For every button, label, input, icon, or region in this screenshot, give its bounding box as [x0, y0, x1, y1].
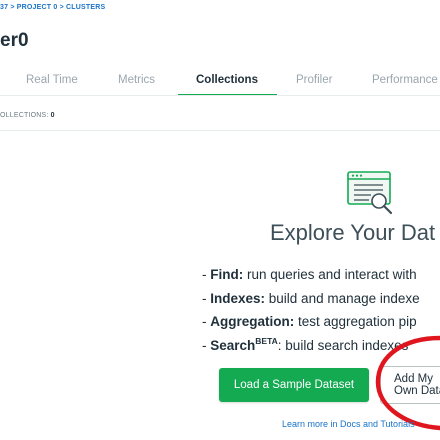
feature-description: build and manage indexe [265, 290, 420, 306]
feature-name: Aggregation: [210, 314, 295, 329]
feature-name: Indexes: [210, 290, 266, 306]
feature-name: Search [210, 337, 256, 353]
feature-description: test aggregation pip [294, 314, 417, 329]
feature-bullet: - [202, 290, 211, 306]
explore-title: Explore Your Dat [270, 220, 436, 245]
learn-more-link[interactable]: Learn more in Docs and Tutorials [282, 419, 415, 429]
feature-bullet: - [202, 267, 211, 282]
feature-description: run queries and interact with [243, 267, 417, 282]
feature-indexes: - Indexes: build and manage indexe [202, 287, 420, 311]
add-my-own-data-button[interactable]: Add My Own Data [380, 366, 440, 404]
feature-name: Find: [210, 267, 244, 282]
summary-divider [0, 130, 440, 131]
tab-metrics[interactable]: Metrics [118, 74, 155, 86]
collections-count-label: OLLECTIONS: [0, 112, 49, 119]
tab-performance[interactable]: Performance [372, 74, 438, 86]
explore-data-icon [347, 171, 393, 215]
tab-real-time[interactable]: Real Time [26, 74, 78, 86]
feature-bullet: - [202, 337, 211, 353]
tab-bar: Real Time Metrics Collections Profiler P… [0, 70, 440, 96]
collections-count: 0 [50, 112, 55, 119]
load-sample-dataset-button[interactable]: Load a Sample Dataset [219, 368, 369, 402]
beta-badge: BETA [255, 335, 278, 346]
feature-bullet: - [202, 314, 211, 329]
feature-list: - Find: run queries and interact with - … [202, 263, 420, 357]
tab-profiler[interactable]: Profiler [296, 74, 332, 86]
feature-aggregation: - Aggregation: test aggregation pip [202, 310, 420, 334]
breadcrumb[interactable]: 37 > PROJECT 0 > CLUSTERS [0, 4, 105, 11]
feature-search: - SearchBETA: build search indexes [202, 334, 420, 358]
feature-find: - Find: run queries and interact with [202, 263, 420, 287]
feature-description: : build search indexes [277, 337, 409, 353]
page-title: er0 [0, 30, 29, 51]
tab-collections[interactable]: Collections [196, 74, 258, 86]
collections-summary: OLLECTIONS: 0 [0, 112, 55, 119]
tabs-divider [0, 95, 440, 96]
